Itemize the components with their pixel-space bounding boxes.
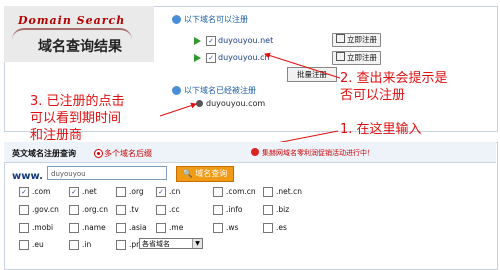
- ext-checkbox-mobi[interactable]: [19, 223, 29, 233]
- ext-label-name: .name: [82, 223, 106, 232]
- ext-checkbox-com[interactable]: ✓: [19, 187, 29, 197]
- ext-label-biz: .biz: [276, 205, 290, 214]
- arrow-to-results: [264, 52, 341, 79]
- ext-label-cn: .cn: [169, 187, 181, 196]
- ext-checkbox-in[interactable]: [69, 240, 79, 250]
- ext-checkbox-ws[interactable]: [213, 223, 223, 233]
- ext-checkbox-org-cn[interactable]: [69, 205, 79, 215]
- ext-checkbox-es[interactable]: [263, 223, 273, 233]
- ext-checkbox-eu[interactable]: [19, 240, 29, 250]
- ext-label-net: .net: [82, 187, 97, 196]
- ext-checkbox-net[interactable]: ✓: [69, 187, 79, 197]
- ext-label-in: .in: [82, 240, 92, 249]
- ext-label-eu: .eu: [32, 240, 44, 249]
- ext-label-com-cn: .com.cn: [226, 187, 256, 196]
- multi-suffix-label[interactable]: 多个域名后缀: [104, 148, 152, 159]
- promo-icon: [251, 148, 259, 156]
- ext-label-me: .me: [169, 223, 184, 232]
- ext-checkbox-info[interactable]: [213, 205, 223, 215]
- ext-label-asia: .asia: [129, 223, 147, 232]
- ext-checkbox-com-cn[interactable]: [213, 187, 223, 197]
- www-label: www.: [12, 171, 43, 182]
- domain-search-input[interactable]: duyouyou: [47, 166, 167, 180]
- ext-checkbox-net-cn[interactable]: [263, 187, 273, 197]
- query-header: [4, 142, 496, 163]
- ext-checkbox-cn[interactable]: ✓: [156, 187, 166, 197]
- ext-checkbox-me[interactable]: [156, 223, 166, 233]
- ext-checkbox-tv[interactable]: [116, 205, 126, 215]
- domain-query-button[interactable]: 🔍 域名查询: [176, 166, 234, 182]
- ext-checkbox-gov-cn[interactable]: [19, 205, 29, 215]
- chevron-down-icon: ▼: [192, 239, 202, 248]
- ext-checkbox-cc[interactable]: [156, 205, 166, 215]
- ext-label-ws: .ws: [226, 223, 239, 232]
- multi-suffix-radio[interactable]: [94, 149, 103, 158]
- promo-link[interactable]: 集赫网域名零利润促销活动进行中！: [262, 148, 374, 158]
- ext-label-gov-cn: .gov.cn: [32, 205, 59, 214]
- ext-label-com: .com: [32, 187, 51, 196]
- ext-checkbox-name[interactable]: [69, 223, 79, 233]
- ext-label-mobi: .mobi: [32, 223, 54, 232]
- ext-label-es: .es: [276, 223, 287, 232]
- ext-label-info: .info: [226, 205, 243, 214]
- arrow-to-registered: [159, 102, 197, 117]
- ext-label-org: .org: [129, 187, 144, 196]
- ext-label-org-cn: .org.cn: [82, 205, 108, 214]
- ext-label-cc: .cc: [169, 205, 180, 214]
- ext-checkbox-biz[interactable]: [263, 205, 273, 215]
- ext-checkbox-org[interactable]: [116, 187, 126, 197]
- tab-english-domain-query[interactable]: 英文域名注册查询: [12, 148, 76, 159]
- ext-label-net-cn: .net.cn: [276, 187, 302, 196]
- ext-label-tv: .tv: [129, 205, 139, 214]
- ext-checkbox-asia[interactable]: [116, 223, 126, 233]
- ext-checkbox-pro[interactable]: [116, 240, 126, 250]
- province-domain-select[interactable]: 各省域名 ▼: [139, 238, 203, 249]
- search-icon: 🔍: [182, 169, 193, 178]
